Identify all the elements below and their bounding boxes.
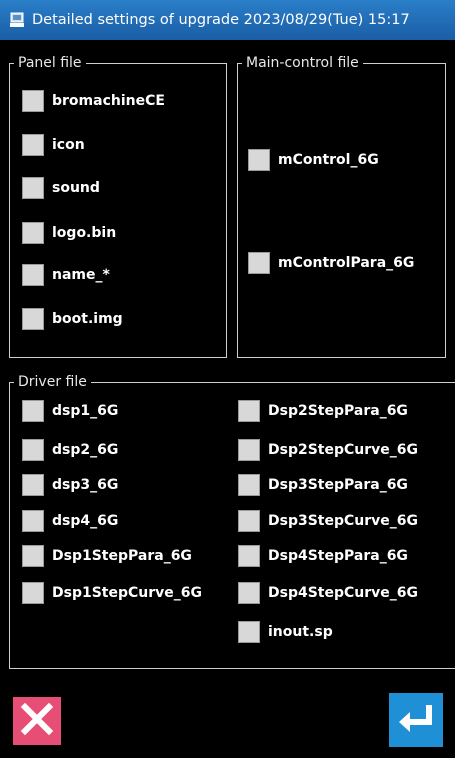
file-label: bromachineCE [52, 93, 165, 109]
title-bar: Detailed settings of upgrade 2023/08/29(… [0, 0, 455, 40]
panel-file-item-sound[interactable]: sound [22, 176, 100, 200]
driver-item-inout-sp[interactable]: inout.sp [238, 620, 333, 644]
close-icon [20, 702, 54, 740]
page-title: Detailed settings of upgrade 2023/08/29(… [32, 12, 410, 28]
panel-file-item-icon[interactable]: icon [22, 133, 85, 157]
file-label: dsp1_6G [52, 403, 119, 419]
checkbox[interactable] [248, 149, 270, 171]
checkbox[interactable] [238, 400, 260, 422]
file-label: Dsp4StepPara_6G [268, 548, 408, 564]
checkbox[interactable] [22, 400, 44, 422]
cancel-button[interactable] [13, 697, 61, 745]
driver-item-dsp2stepcurve[interactable]: Dsp2StepCurve_6G [238, 438, 418, 462]
checkbox[interactable] [248, 252, 270, 274]
file-label: Dsp2StepPara_6G [268, 403, 408, 419]
checkbox[interactable] [238, 510, 260, 532]
file-label: name_* [52, 267, 110, 283]
file-label: Dsp4StepCurve_6G [268, 585, 419, 601]
checkbox[interactable] [238, 439, 260, 461]
main-control-item-mcontrolpara[interactable]: mControlPara_6G [248, 251, 414, 275]
file-label: icon [52, 137, 85, 153]
checkbox[interactable] [22, 439, 44, 461]
panel-file-group: Panel file bromachineCE icon sound logo.… [9, 54, 227, 358]
file-label: dsp3_6G [52, 477, 119, 493]
checkbox[interactable] [22, 264, 44, 286]
file-label: mControl_6G [278, 152, 379, 168]
driver-item-dsp3stepcurve[interactable]: Dsp3StepCurve_6G [238, 509, 418, 533]
checkbox[interactable] [238, 582, 260, 604]
checkbox[interactable] [22, 134, 44, 156]
driver-file-group: Driver file dsp1_6G dsp2_6G dsp3_6G dsp4… [9, 373, 455, 669]
file-label: Dsp3StepCurve_6G [268, 513, 419, 529]
file-label: logo.bin [52, 225, 117, 241]
panel-file-item-boot-img[interactable]: boot.img [22, 307, 123, 331]
driver-item-dsp4stepcurve[interactable]: Dsp4StepCurve_6G [238, 581, 418, 605]
checkbox[interactable] [22, 90, 44, 112]
driver-file-legend: Driver file [14, 373, 91, 391]
checkbox[interactable] [22, 222, 44, 244]
driver-item-dsp3[interactable]: dsp3_6G [22, 473, 118, 497]
checkbox[interactable] [22, 582, 44, 604]
driver-item-dsp2[interactable]: dsp2_6G [22, 438, 118, 462]
file-label: Dsp3StepPara_6G [268, 477, 408, 493]
checkbox[interactable] [22, 474, 44, 496]
checkbox[interactable] [22, 545, 44, 567]
checkbox[interactable] [238, 474, 260, 496]
file-label: dsp2_6G [52, 442, 119, 458]
driver-item-dsp1[interactable]: dsp1_6G [22, 399, 118, 423]
enter-icon [396, 702, 436, 738]
driver-item-dsp3steppara[interactable]: Dsp3StepPara_6G [238, 473, 408, 497]
driver-item-dsp2steppara[interactable]: Dsp2StepPara_6G [238, 399, 408, 423]
checkbox[interactable] [22, 308, 44, 330]
driver-item-dsp1steppara[interactable]: Dsp1StepPara_6G [22, 544, 192, 568]
device-icon [10, 12, 24, 28]
file-label: mControlPara_6G [278, 255, 415, 271]
file-label: boot.img [52, 311, 123, 327]
file-label: Dsp1StepPara_6G [52, 548, 192, 564]
driver-item-dsp4steppara[interactable]: Dsp4StepPara_6G [238, 544, 408, 568]
driver-item-dsp4[interactable]: dsp4_6G [22, 509, 118, 533]
file-label: Dsp1StepCurve_6G [52, 585, 203, 601]
main-control-item-mcontrol[interactable]: mControl_6G [248, 148, 379, 172]
panel-file-legend: Panel file [14, 54, 86, 72]
checkbox[interactable] [238, 621, 260, 643]
panel-file-item-logo-bin[interactable]: logo.bin [22, 221, 116, 245]
file-label: Dsp2StepCurve_6G [268, 442, 419, 458]
checkbox[interactable] [238, 545, 260, 567]
main-control-file-legend: Main-control file [242, 54, 363, 72]
driver-item-dsp1stepcurve[interactable]: Dsp1StepCurve_6G [22, 581, 202, 605]
file-label: dsp4_6G [52, 513, 119, 529]
checkbox[interactable] [22, 510, 44, 532]
checkbox[interactable] [22, 177, 44, 199]
confirm-button[interactable] [389, 693, 443, 747]
panel-file-item-name[interactable]: name_* [22, 263, 110, 287]
panel-file-item-bromachinece[interactable]: bromachineCE [22, 89, 165, 113]
file-label: inout.sp [268, 624, 333, 640]
main-control-file-group: Main-control file mControl_6G mControlPa… [237, 54, 446, 358]
file-label: sound [52, 180, 100, 196]
